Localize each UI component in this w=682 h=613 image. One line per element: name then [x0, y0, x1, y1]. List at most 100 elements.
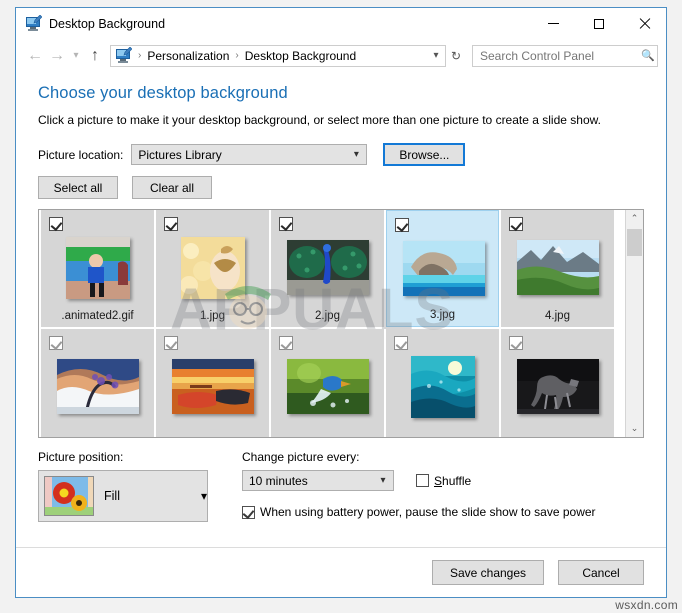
minimize-button[interactable]	[531, 8, 576, 39]
picture-filename: .animated2.gif	[41, 310, 154, 322]
picture-grid-viewport: .animated2.gif1.jpg2.jpg3.jpg4.jpg	[39, 210, 625, 437]
picture-checkbox[interactable]	[164, 217, 178, 231]
lower-controls: Picture position:	[38, 450, 644, 522]
picture-thumbnail[interactable]	[57, 359, 139, 414]
picture-thumbnail[interactable]	[66, 237, 130, 299]
forward-button[interactable]: →	[46, 45, 68, 67]
title-bar: Desktop Background	[16, 8, 666, 39]
picture-grid: .animated2.gif1.jpg2.jpg3.jpg4.jpg	[41, 210, 625, 437]
picture-filename: 1.jpg	[156, 310, 269, 322]
picture-location-row: Picture location: Pictures Library ▾ Bro…	[38, 143, 644, 166]
flowers-thumbnail-icon	[44, 476, 94, 516]
picture-cell[interactable]	[386, 329, 499, 437]
picture-checkbox[interactable]	[279, 217, 293, 231]
picture-position-group: Picture position:	[38, 450, 230, 522]
select-all-button[interactable]: Select all	[38, 176, 118, 199]
cancel-button[interactable]: Cancel	[558, 560, 644, 585]
clear-all-button[interactable]: Clear all	[132, 176, 212, 199]
battery-pause-label: When using battery power, pause the slid…	[260, 505, 596, 519]
picture-cell[interactable]	[156, 329, 269, 437]
browse-button[interactable]: Browse...	[383, 143, 465, 166]
picture-position-select[interactable]: Fill ▾	[38, 470, 208, 522]
scroll-up-button[interactable]: ⌃	[626, 210, 643, 227]
picture-thumbnail[interactable]	[403, 241, 485, 296]
minimize-icon	[548, 23, 559, 24]
picture-cell[interactable]: 1.jpg	[156, 210, 269, 327]
picture-thumbnail[interactable]	[287, 240, 369, 295]
picture-checkbox[interactable]	[279, 336, 293, 350]
window-title: Desktop Background	[49, 17, 165, 31]
change-picture-row: 10 minutes ▾ Shuffle	[242, 470, 644, 491]
battery-row[interactable]: When using battery power, pause the slid…	[242, 505, 644, 519]
picture-checkbox[interactable]	[509, 336, 523, 350]
picture-checkbox[interactable]	[394, 336, 408, 350]
back-button[interactable]: ←	[24, 45, 46, 67]
breadcrumb-personalization[interactable]: Personalization	[145, 49, 231, 63]
picture-checkbox[interactable]	[395, 218, 409, 232]
search-icon: 🔍	[639, 49, 657, 62]
page-title: Choose your desktop background	[38, 84, 644, 103]
picture-thumbnail[interactable]	[517, 240, 599, 295]
search-input[interactable]: Search Control Panel	[473, 49, 639, 63]
picture-location-label: Picture location:	[38, 148, 123, 162]
search-box[interactable]: Search Control Panel 🔍	[472, 45, 658, 67]
picture-checkbox[interactable]	[49, 217, 63, 231]
maximize-button[interactable]	[576, 8, 621, 39]
picture-list-scrollbar[interactable]: ⌃ ⌄	[625, 210, 643, 437]
picture-position-label: Picture position:	[38, 450, 123, 464]
desktop-background-window: Desktop Background ← → ▾ ↑ › Personaliza…	[15, 7, 667, 598]
picture-cell[interactable]: .animated2.gif	[41, 210, 154, 327]
picture-filename: 3.jpg	[387, 309, 498, 321]
breadcrumb-desktop-background[interactable]: Desktop Background	[243, 49, 358, 63]
shuffle-row[interactable]: Shuffle	[416, 474, 471, 488]
chevron-down-icon: ▾	[201, 489, 207, 503]
save-changes-button[interactable]: Save changes	[432, 560, 544, 585]
navigation-bar: ← → ▾ ↑ › Personalization › Desktop Back…	[16, 39, 666, 72]
picture-position-value: Fill	[94, 489, 201, 503]
picture-cell[interactable]: 4.jpg	[501, 210, 614, 327]
breadcrumb-separator-0: ›	[134, 50, 145, 61]
refresh-button[interactable]: ↻	[446, 45, 466, 67]
picture-checkbox[interactable]	[49, 336, 63, 350]
picture-cell[interactable]	[271, 329, 384, 437]
recent-locations-button[interactable]: ▾	[68, 45, 84, 67]
up-button[interactable]: ↑	[84, 45, 106, 67]
picture-filename: 4.jpg	[501, 310, 614, 322]
picture-thumbnail[interactable]	[517, 359, 599, 414]
page-subtitle: Click a picture to make it your desktop …	[38, 113, 644, 127]
battery-pause-checkbox[interactable]	[242, 506, 255, 519]
picture-thumbnail[interactable]	[411, 356, 475, 418]
picture-location-select[interactable]: Pictures Library ▾	[131, 144, 367, 165]
picture-thumbnail[interactable]	[287, 359, 369, 414]
picture-filename: 2.jpg	[271, 310, 384, 322]
scrollbar-thumb[interactable]	[627, 229, 642, 256]
picture-cell[interactable]: 3.jpg	[386, 210, 499, 327]
main-content: Choose your desktop background Click a p…	[16, 84, 666, 522]
change-picture-select[interactable]: 10 minutes ▾	[242, 470, 394, 491]
maximize-icon	[594, 19, 604, 29]
chevron-down-icon: ▾	[373, 475, 393, 486]
chevron-down-icon: ▾	[346, 149, 366, 160]
slideshow-group: Change picture every: 10 minutes ▾ Shuff…	[242, 450, 644, 522]
scroll-down-button[interactable]: ⌄	[626, 420, 643, 437]
picture-cell[interactable]	[41, 329, 154, 437]
selection-buttons-row: Select all Clear all	[38, 176, 644, 199]
address-dropdown-icon[interactable]: ▾	[427, 50, 445, 61]
address-bar[interactable]: › Personalization › Desktop Background ▾	[110, 45, 446, 67]
picture-cell[interactable]	[501, 329, 614, 437]
picture-thumbnail[interactable]	[181, 237, 245, 299]
breadcrumb-monitor-paintbrush-icon	[115, 48, 131, 64]
shuffle-label: Shuffle	[434, 474, 471, 488]
picture-thumbnail[interactable]	[172, 359, 254, 414]
change-picture-value: 10 minutes	[243, 474, 373, 488]
site-watermark: wsxdn.com	[615, 598, 678, 612]
shuffle-checkbox[interactable]	[416, 474, 429, 487]
close-icon	[638, 18, 650, 30]
window-controls	[531, 8, 666, 39]
picture-checkbox[interactable]	[509, 217, 523, 231]
picture-checkbox[interactable]	[164, 336, 178, 350]
picture-cell[interactable]: 2.jpg	[271, 210, 384, 327]
dialog-footer: Save changes Cancel	[16, 547, 666, 597]
picture-list[interactable]: .animated2.gif1.jpg2.jpg3.jpg4.jpg ⌃ ⌄	[38, 209, 644, 438]
close-button[interactable]	[621, 8, 666, 39]
